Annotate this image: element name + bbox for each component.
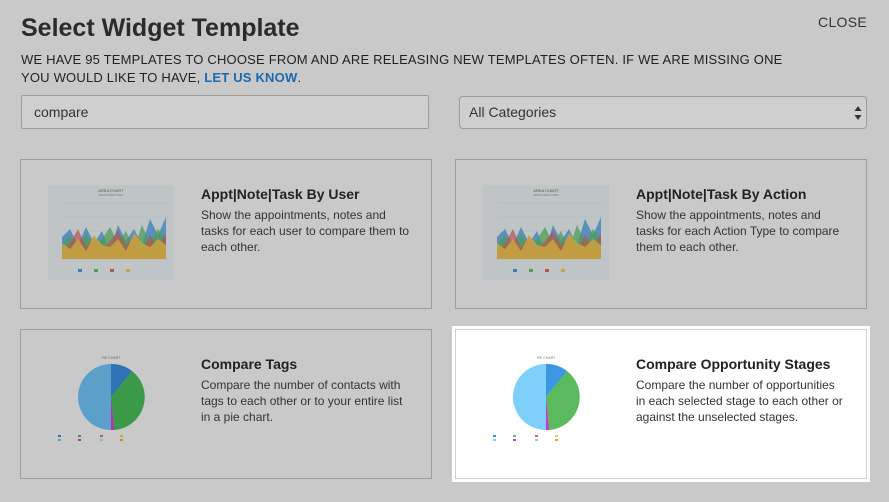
- template-card-selected[interactable]: PIE CHART Compare Opportunity Stages Com…: [455, 329, 867, 479]
- description-text: WE HAVE 95 TEMPLATES TO CHOOSE FROM AND …: [21, 52, 783, 85]
- template-card[interactable]: AREA CHART SIMPLE AREA CHART Appt|Note|T…: [20, 159, 432, 309]
- area-chart-thumbnail: AREA CHART SIMPLE AREA CHART: [48, 185, 174, 280]
- dialog-title: Select Widget Template: [21, 14, 300, 42]
- description-suffix: .: [297, 70, 302, 85]
- area-chart-thumbnail: AREA CHART SIMPLE AREA CHART: [483, 185, 609, 280]
- template-description: Show the appointments, notes and tasks f…: [636, 208, 840, 254]
- let-us-know-link[interactable]: LET US KNOW: [204, 70, 297, 85]
- template-card[interactable]: PIE CHART Compare Tags Compare the numbe…: [20, 329, 432, 479]
- template-card[interactable]: AREA CHART SIMPLE AREA CHART Appt|Note|T…: [455, 159, 867, 309]
- pie-chart-thumbnail: PIE CHART: [493, 356, 580, 441]
- category-select[interactable]: All Categories: [459, 96, 867, 129]
- area-chart-title: AREA CHART: [533, 188, 559, 193]
- template-info: Appt|Note|Task By User Show the appointm…: [201, 186, 411, 255]
- template-name: Appt|Note|Task By User: [201, 186, 360, 202]
- template-description: Show the appointments, notes and tasks f…: [201, 208, 410, 254]
- template-description: Compare the number of opportunities in e…: [636, 378, 843, 424]
- pie-chart-title: PIE CHART: [537, 356, 556, 360]
- category-select-value: All Categories: [469, 104, 557, 120]
- template-info: Compare Tags Compare the number of conta…: [201, 356, 411, 425]
- area-chart-subtitle: SIMPLE AREA CHART: [98, 194, 124, 197]
- template-name: Compare Opportunity Stages: [636, 356, 831, 372]
- pie-chart-thumbnail: PIE CHART: [58, 356, 145, 441]
- select-arrows-icon: [854, 106, 862, 120]
- template-name: Appt|Note|Task By Action: [636, 186, 807, 202]
- pie-chart-title: PIE CHART: [102, 356, 121, 360]
- close-button[interactable]: CLOSE: [818, 14, 867, 30]
- dialog-description: WE HAVE 95 TEMPLATES TO CHOOSE FROM AND …: [21, 51, 801, 87]
- template-info: Compare Opportunity Stages Compare the n…: [636, 356, 846, 425]
- template-info: Appt|Note|Task By Action Show the appoin…: [636, 186, 846, 255]
- search-input[interactable]: [21, 95, 429, 129]
- area-chart-subtitle: SIMPLE AREA CHART: [533, 194, 559, 197]
- area-chart-title: AREA CHART: [98, 188, 124, 193]
- template-name: Compare Tags: [201, 356, 298, 372]
- template-description: Compare the number of contacts with tags…: [201, 378, 403, 424]
